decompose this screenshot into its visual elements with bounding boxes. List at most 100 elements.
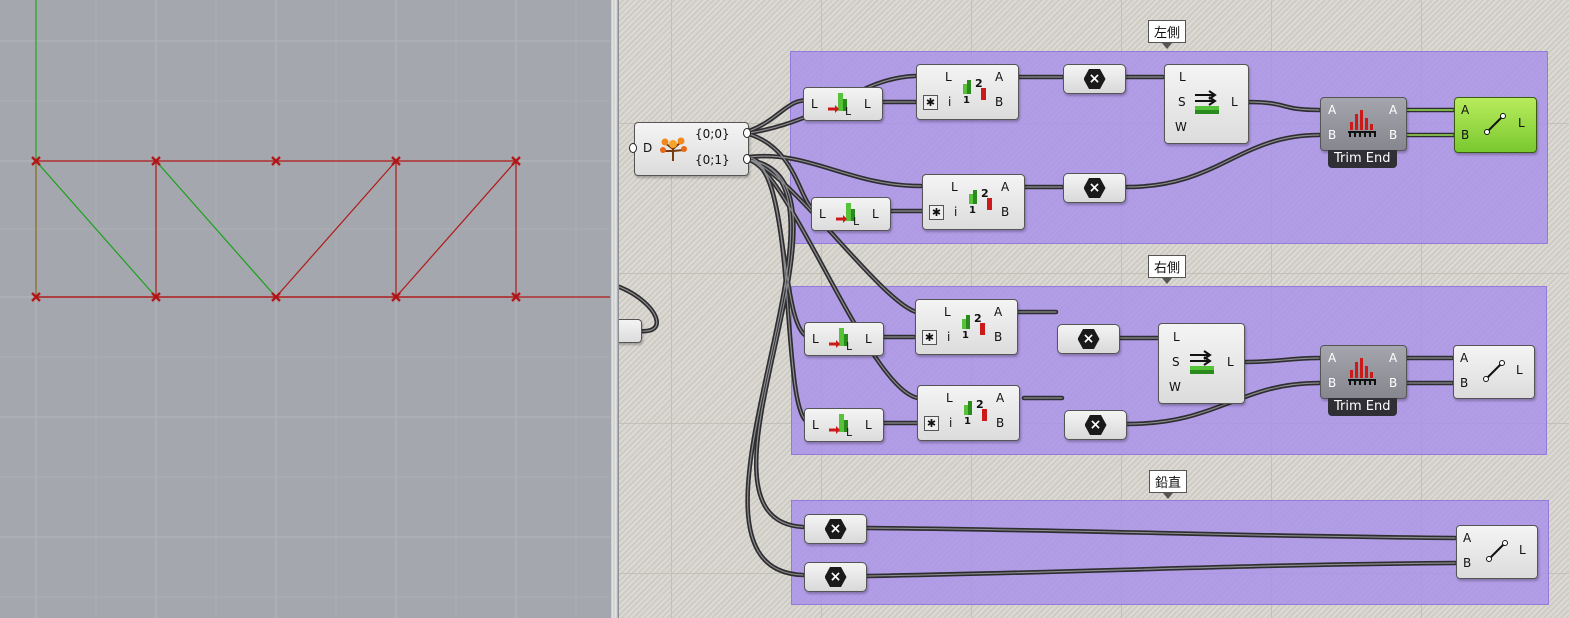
split-output-a: A	[994, 305, 1003, 319]
param-modifier-icon: ✱	[924, 416, 939, 431]
line-input-a: A	[1461, 103, 1470, 117]
svg-text:2: 2	[974, 312, 982, 325]
shift-input-s: S	[1178, 95, 1186, 109]
trim-input-b: B	[1328, 128, 1337, 142]
list-item-component-3[interactable]: L L L	[804, 322, 884, 356]
split-output-b: B	[995, 95, 1004, 109]
svg-text:L: L	[846, 340, 853, 352]
tree-output-path-1: {0;1}	[695, 153, 730, 167]
shift-list-icon	[1195, 90, 1219, 114]
split-input-l: L	[945, 70, 952, 84]
param-modifier-icon: ✱	[929, 205, 944, 220]
line-input-a: A	[1463, 531, 1472, 545]
shift-list-icon	[1190, 350, 1214, 374]
negate-hex-icon: ×	[1077, 329, 1100, 349]
trim-output-a: A	[1389, 351, 1398, 365]
split-input-i: i	[954, 205, 958, 219]
svg-text:2: 2	[976, 398, 984, 411]
list-item-icon: L	[828, 93, 852, 117]
negate-component-1[interactable]: ×	[1063, 64, 1126, 94]
trim-end-component-1[interactable]: A B A B	[1320, 97, 1407, 151]
panel-splitter[interactable]	[610, 0, 619, 618]
rhino-viewport[interactable]	[0, 0, 610, 618]
split-list-icon: 21	[963, 77, 986, 104]
shift-input-l: L	[1173, 330, 1180, 344]
explode-tree-component[interactable]: D {0;0} {0;1}	[634, 122, 749, 176]
grasshopper-canvas[interactable]: 左側 右側 鉛直 D {0;0} {0;1} L L L L L L L L L…	[619, 0, 1569, 618]
trim-end-caption-2: Trim End	[1328, 398, 1397, 416]
list-item-component-4[interactable]: L L L	[804, 408, 884, 442]
offscreen-component[interactable]	[619, 319, 642, 343]
negate-component-6[interactable]: ×	[804, 562, 867, 592]
svg-text:1: 1	[969, 205, 976, 214]
shift-input-l: L	[1179, 70, 1186, 84]
line-input-b: B	[1461, 128, 1470, 142]
line-icon	[1486, 540, 1508, 562]
list-item-icon: L	[829, 328, 853, 352]
split-list-icon: 21	[969, 187, 992, 214]
trim-input-a: A	[1328, 351, 1337, 365]
split-input-l: L	[944, 305, 951, 319]
negate-component-3[interactable]: ×	[1057, 324, 1120, 354]
shift-output-l: L	[1231, 95, 1238, 109]
trim-output-b: B	[1389, 376, 1398, 390]
svg-text:2: 2	[975, 77, 983, 90]
negate-hex-icon: ×	[1083, 178, 1106, 198]
negate-component-4[interactable]: ×	[1064, 410, 1127, 440]
split-output-a: A	[1001, 180, 1010, 194]
shift-list-component-1[interactable]: L S W L	[1164, 64, 1249, 144]
tree-output-grip-1[interactable]	[743, 154, 751, 164]
param-modifier-icon: ✱	[923, 95, 938, 110]
list-item-input-label: L	[819, 207, 826, 221]
negate-component-2[interactable]: ×	[1063, 173, 1126, 203]
line-output-l: L	[1518, 116, 1525, 130]
svg-text:2: 2	[981, 187, 989, 200]
trim-end-icon	[1348, 358, 1376, 385]
svg-text:L: L	[853, 215, 860, 227]
split-list-icon: 21	[962, 312, 985, 339]
negate-component-5[interactable]: ×	[804, 514, 867, 544]
split-list-component-1[interactable]: L i ✱ 21 A B	[916, 64, 1019, 120]
shift-input-w: W	[1175, 120, 1187, 134]
split-list-component-4[interactable]: L i ✱ 21 A B	[917, 385, 1020, 441]
list-item-icon: L	[836, 203, 860, 227]
list-item-output-label: L	[865, 418, 872, 432]
trim-output-b: B	[1389, 128, 1398, 142]
list-item-input-label: L	[811, 97, 818, 111]
list-item-icon: L	[829, 414, 853, 438]
list-item-output-label: L	[864, 97, 871, 111]
shift-input-s: S	[1172, 355, 1180, 369]
shift-input-w: W	[1169, 380, 1181, 394]
shift-list-component-2[interactable]: L S W L	[1158, 323, 1245, 404]
list-item-input-label: L	[812, 418, 819, 432]
line-component-selected[interactable]: A B L	[1454, 97, 1537, 153]
negate-hex-icon: ×	[1083, 69, 1106, 89]
split-input-i: i	[947, 330, 951, 344]
tree-input-grip[interactable]	[629, 143, 637, 153]
list-item-component-1[interactable]: L L L	[803, 87, 883, 121]
split-input-i: i	[949, 416, 953, 430]
line-input-b: B	[1460, 376, 1469, 390]
tree-icon	[660, 137, 687, 161]
negate-hex-icon: ×	[1084, 415, 1107, 435]
split-output-b: B	[994, 330, 1003, 344]
split-output-b: B	[996, 416, 1005, 430]
line-output-l: L	[1516, 363, 1523, 377]
list-item-component-2[interactable]: L L L	[811, 197, 891, 231]
split-input-l: L	[946, 391, 953, 405]
svg-text:1: 1	[964, 416, 971, 425]
line-input-b: B	[1463, 556, 1472, 570]
split-output-a: A	[995, 70, 1004, 84]
tree-output-grip-0[interactable]	[743, 128, 751, 138]
trim-end-component-2[interactable]: A B A B	[1320, 345, 1407, 399]
line-component-3[interactable]: A B L	[1456, 525, 1538, 579]
line-component-2[interactable]: A B L	[1453, 345, 1535, 399]
tree-input-label: D	[643, 141, 653, 155]
split-list-icon: 21	[964, 398, 987, 425]
trim-input-b: B	[1328, 376, 1337, 390]
line-input-a: A	[1460, 351, 1469, 365]
split-output-b: B	[1001, 205, 1010, 219]
split-list-component-3[interactable]: L i ✱ 21 A B	[915, 299, 1018, 355]
split-list-component-2[interactable]: L i ✱ 21 A B	[922, 174, 1025, 230]
param-modifier-icon: ✱	[922, 330, 937, 345]
